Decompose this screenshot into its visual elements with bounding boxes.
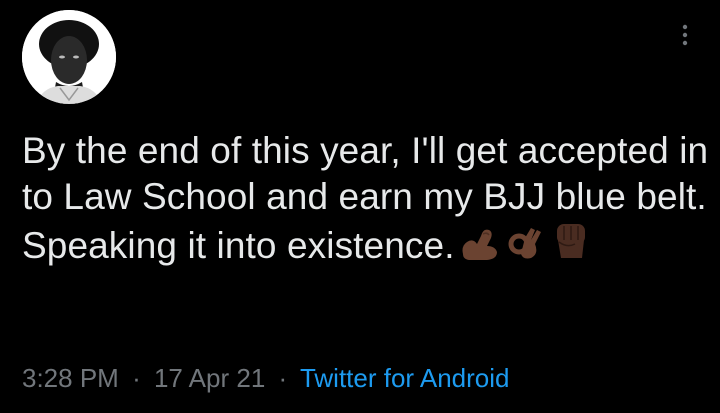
tweet-text: By the end of this year, I'll get accept… (22, 128, 712, 273)
meta-separator: · (132, 363, 141, 393)
raised-fist-icon (549, 220, 593, 273)
tweet-date[interactable]: 17 Apr 21 (154, 363, 265, 393)
flexed-biceps-icon (457, 224, 501, 273)
tweet-body: By the end of this year, I'll get accept… (22, 130, 709, 266)
tweet-meta: 3:28 PM · 17 Apr 21 · Twitter for Androi… (22, 360, 510, 396)
profile-photo (22, 10, 116, 104)
more-options-button[interactable] (672, 18, 698, 52)
tweet-time[interactable]: 3:28 PM (22, 363, 119, 393)
avatar[interactable] (22, 10, 116, 104)
meta-separator: · (278, 363, 288, 393)
ok-hand-icon (503, 224, 547, 273)
tweet-source-link[interactable]: Twitter for Android (300, 363, 510, 393)
vertical-ellipsis-icon (682, 24, 688, 46)
